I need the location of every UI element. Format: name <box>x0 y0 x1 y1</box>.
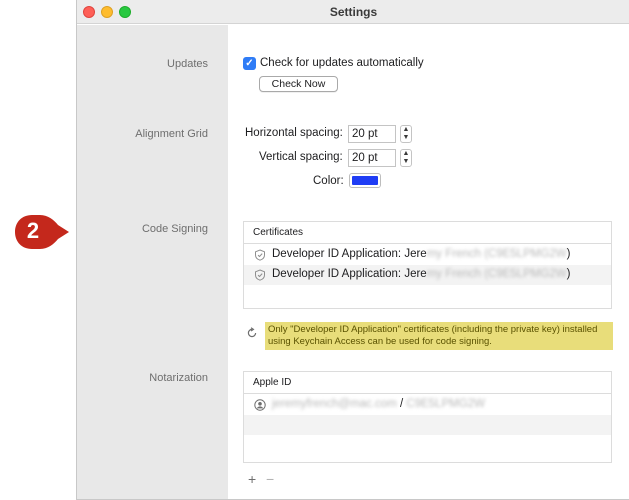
check-now-button[interactable]: Check Now <box>259 76 338 92</box>
person-circle-icon <box>254 399 266 411</box>
add-account-button[interactable]: + <box>248 471 256 487</box>
vertical-spacing-field[interactable]: 20 pt <box>348 149 396 167</box>
remove-account-button[interactable]: − <box>266 471 274 487</box>
certificate-name: Developer ID Application: Jeremy French … <box>272 268 571 280</box>
window-title: Settings <box>329 5 378 19</box>
shield-check-icon <box>255 249 265 261</box>
alignment-grid-label: Alignment Grid <box>135 128 208 140</box>
apple-id-header: Apple ID <box>244 372 611 394</box>
certificate-row[interactable]: Developer ID Application: Jeremy French … <box>244 265 611 285</box>
notarization-label: Notarization <box>149 372 208 384</box>
empty-row <box>244 435 611 455</box>
settings-content: ✓ Check for updates automatically Check … <box>228 25 629 499</box>
chevron-up-icon[interactable]: ▲ <box>401 126 411 134</box>
certificate-name: Developer ID Application: Jeremy French … <box>272 248 571 260</box>
code-signing-label: Code Signing <box>141 223 208 235</box>
horizontal-spacing-stepper[interactable]: ▲ ▼ <box>400 125 412 143</box>
label-column: Updates Alignment Grid Code Signing Nota… <box>77 25 228 499</box>
horizontal-spacing-label: Horizontal spacing: <box>245 127 343 139</box>
vertical-spacing-label: Vertical spacing: <box>259 151 343 163</box>
chevron-down-icon[interactable]: ▼ <box>401 158 411 166</box>
empty-row <box>244 285 611 305</box>
auto-update-label: Check for updates automatically <box>260 57 424 69</box>
title-bar: Settings <box>77 0 629 24</box>
grid-color-well[interactable] <box>349 173 381 188</box>
code-signing-notice: Only "Developer ID Application" certific… <box>265 322 613 350</box>
horizontal-spacing-field[interactable]: 20 pt <box>348 125 396 143</box>
settings-window: Settings Updates Alignment Grid Code Sig… <box>76 0 629 500</box>
shield-check-icon <box>255 269 265 281</box>
grid-color-fill <box>352 176 378 185</box>
apple-id-account: jeremyfrench@mac.com / C9E5LPMG2W <box>272 398 486 410</box>
vertical-spacing-stepper[interactable]: ▲ ▼ <box>400 149 412 167</box>
updates-label: Updates <box>167 58 208 70</box>
checkmark-icon: ✓ <box>245 58 254 69</box>
empty-row <box>244 415 611 435</box>
auto-update-checkbox[interactable]: ✓ <box>243 57 256 70</box>
certificate-row[interactable]: Developer ID Application: Jeremy French … <box>244 245 611 265</box>
certificates-table: Certificates Developer ID Application: J… <box>243 221 612 309</box>
apple-id-table: Apple ID jeremyfrench@mac.com / C9E5LPMG… <box>243 371 612 463</box>
chevron-up-icon[interactable]: ▲ <box>401 150 411 158</box>
chevron-down-icon[interactable]: ▼ <box>401 134 411 142</box>
callout-number: 2 <box>26 218 40 243</box>
certificates-header: Certificates <box>244 222 611 244</box>
refresh-icon[interactable] <box>246 327 258 339</box>
apple-id-row[interactable]: jeremyfrench@mac.com / C9E5LPMG2W <box>244 395 611 415</box>
color-label: Color: <box>313 175 344 187</box>
callout-marker: 2 <box>14 214 70 250</box>
